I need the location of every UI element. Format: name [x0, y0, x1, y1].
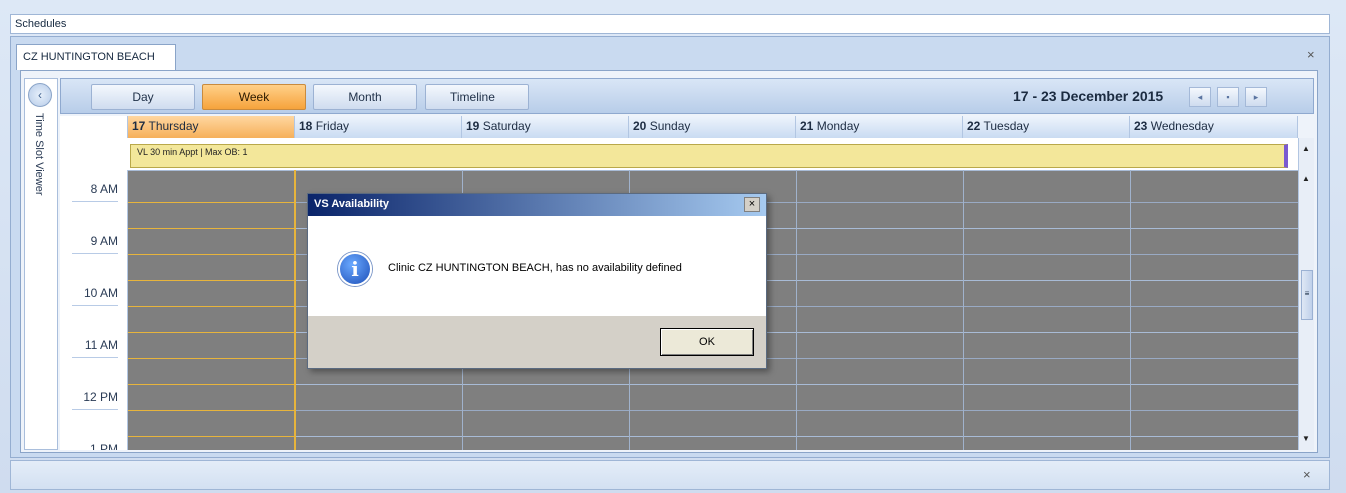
time-slot-viewer-label: Time Slot Viewer	[33, 113, 45, 196]
day-number: 18	[299, 119, 313, 133]
day-header-monday[interactable]: 21 Monday	[796, 116, 963, 138]
today-slot-line	[128, 410, 294, 411]
today-slot-line	[128, 358, 294, 359]
time-label: 1 PM	[89, 442, 118, 450]
time-slot-viewer-panel: ‹ Time Slot Viewer	[24, 78, 58, 450]
next-week-icon[interactable]: ▸	[1245, 87, 1267, 107]
time-label: 8 AM	[90, 182, 118, 196]
column-divider	[796, 170, 797, 450]
dialog-title: VS Availability	[308, 194, 766, 216]
view-day-button[interactable]: Day	[91, 84, 195, 110]
grid-scrollbar[interactable]: ▲ ≡ ▼	[1298, 170, 1314, 450]
scroll-thumb[interactable]: ≡	[1301, 270, 1313, 320]
day-number: 22	[967, 119, 981, 133]
slot-line	[128, 170, 1298, 171]
scheduler-toolbar: Day Week Month Timeline 17 - 23 December…	[60, 78, 1314, 114]
collapse-viewer-button[interactable]: ‹	[28, 83, 52, 107]
panel-title: Schedules	[10, 14, 1330, 34]
ok-button[interactable]: OK	[660, 328, 754, 356]
view-timeline-button[interactable]: Timeline	[425, 84, 529, 110]
all-day-corner	[60, 138, 128, 170]
slot-line	[128, 384, 1298, 385]
day-header-sunday[interactable]: 20 Sunday	[629, 116, 796, 138]
day-name: Monday	[816, 119, 860, 133]
day-number: 17	[132, 119, 146, 133]
day-number: 20	[633, 119, 647, 133]
time-label: 10 AM	[83, 286, 118, 300]
prev-week-icon[interactable]: ◂	[1189, 87, 1211, 107]
date-range-label: 17 - 23 December 2015	[1013, 88, 1164, 104]
day-number: 21	[800, 119, 814, 133]
today-slot-line	[128, 280, 294, 281]
close-bottom-panel-icon[interactable]: ×	[1303, 467, 1311, 482]
today-slot-line	[128, 436, 294, 437]
dialog-close-icon[interactable]: ×	[744, 197, 760, 212]
dialog-footer: OK	[308, 316, 766, 368]
day-number: 19	[466, 119, 480, 133]
day-name: Sunday	[649, 119, 691, 133]
column-divider	[963, 170, 964, 450]
slot-line	[128, 436, 1298, 437]
scroll-up-icon[interactable]: ▲	[1302, 174, 1310, 183]
scroll-down-icon[interactable]: ▼	[1302, 434, 1310, 443]
view-month-button[interactable]: Month	[313, 84, 417, 110]
column-divider	[1130, 170, 1131, 450]
day-header-friday[interactable]: 18 Friday	[295, 116, 462, 138]
day-header-tuesday[interactable]: 22 Tuesday	[963, 116, 1130, 138]
day-header-saturday[interactable]: 19 Saturday	[462, 116, 629, 138]
time-tick	[72, 253, 118, 254]
day-header-thursday[interactable]: 17 Thursday	[128, 116, 295, 138]
today-icon[interactable]: ▪	[1217, 87, 1239, 107]
availability-dialog: VS Availability × i Clinic CZ HUNTINGTON…	[307, 193, 767, 369]
info-icon: i	[338, 252, 372, 286]
today-slot-line	[128, 202, 294, 203]
day-name: Wednesday	[1150, 119, 1214, 133]
time-tick	[72, 409, 118, 410]
day-name: Friday	[315, 119, 350, 133]
scroll-up-icon[interactable]: ▲	[1302, 144, 1310, 153]
time-label: 12 PM	[83, 390, 118, 404]
day-number: 23	[1134, 119, 1148, 133]
day-name: Saturday	[482, 119, 531, 133]
time-tick	[72, 305, 118, 306]
view-week-button[interactable]: Week	[202, 84, 306, 110]
today-slot-line	[128, 228, 294, 229]
header-corner	[60, 116, 128, 138]
day-header-wednesday[interactable]: 23 Wednesday	[1130, 116, 1298, 138]
dialog-message: Clinic CZ HUNTINGTON BEACH, has no avail…	[388, 262, 682, 274]
time-label: 9 AM	[90, 234, 118, 248]
bottom-panel	[10, 460, 1330, 490]
day-name: Thursday	[148, 119, 199, 133]
time-tick	[72, 201, 118, 202]
all-day-scrollbar[interactable]: ▲	[1298, 138, 1314, 170]
today-column-divider	[294, 170, 296, 450]
day-name: Tuesday	[983, 119, 1030, 133]
all-day-appointment[interactable]: VL 30 min Appt | Max OB: 1	[130, 144, 1288, 168]
schedules-window: Schedules CZ HUNTINGTON BEACH × ‹ Time S…	[0, 0, 1346, 493]
slot-line	[128, 410, 1298, 411]
today-slot-line	[128, 254, 294, 255]
today-slot-line	[128, 384, 294, 385]
time-ruler: 8 AM 9 AM 10 AM 11 AM 12 PM 1 PM	[60, 170, 128, 450]
close-document-icon[interactable]: ×	[1307, 47, 1315, 62]
today-slot-line	[128, 306, 294, 307]
time-tick	[72, 357, 118, 358]
document-tab[interactable]: CZ HUNTINGTON BEACH	[16, 44, 176, 70]
today-slot-line	[128, 332, 294, 333]
time-label: 11 AM	[84, 338, 118, 352]
